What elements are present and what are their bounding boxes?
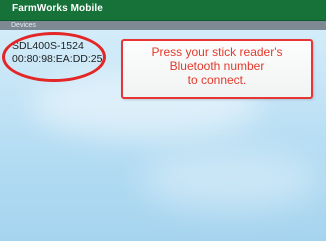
callout-line: Bluetooth number <box>169 59 265 73</box>
callout-line: to connect. <box>187 73 247 87</box>
callout-line: Press your stick reader's <box>151 45 283 59</box>
app-title: FarmWorks Mobile <box>12 3 103 14</box>
screen: FarmWorks Mobile Devices SDL400S-1524 00… <box>0 0 326 241</box>
app-bar: FarmWorks Mobile <box>0 0 326 21</box>
callout-text: Press your stick reader's Bluetooth numb… <box>123 45 311 87</box>
section-label: Devices <box>11 22 36 29</box>
instruction-callout: Press your stick reader's Bluetooth numb… <box>121 39 313 99</box>
background-haze <box>140 150 320 210</box>
device-list-area: SDL400S-1524 00:80:98:EA:DD:25 Press you… <box>0 30 326 241</box>
highlight-circle <box>2 32 106 82</box>
section-header: Devices <box>0 21 326 30</box>
